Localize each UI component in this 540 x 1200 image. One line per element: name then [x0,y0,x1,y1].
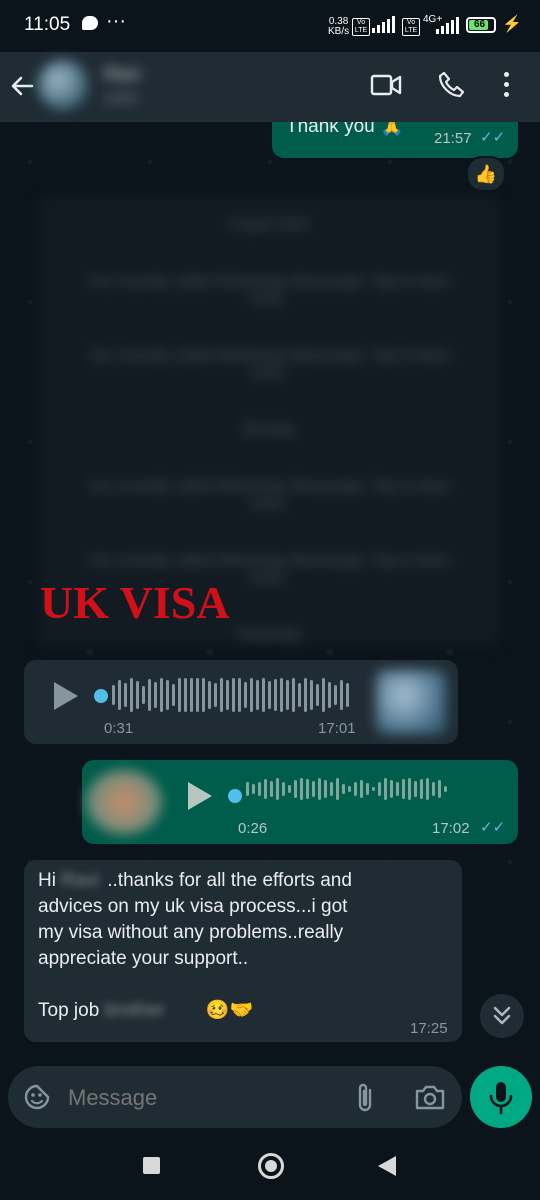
net-speed: 0.38 KB/s [328,16,350,37]
voice-duration: 0:31 [104,720,134,737]
scroll-down-button[interactable] [480,994,524,1038]
blurred-line: Monday [242,421,296,438]
redacted-name: Ravi [61,870,100,891]
thumbs-up-icon: 👍 [474,164,498,184]
waveform[interactable] [246,778,496,814]
overlay-label: UK VISA [40,577,230,628]
battery-icon: 66 [466,17,496,33]
blurred-date-header: 3 April 2023 [229,216,309,233]
signal2-icon [436,17,460,40]
chat-area[interactable]: Thank you 🙏 21:57 ✓✓ 👍 3 April 2023 You … [0,122,540,1056]
chat-notification-icon [82,16,98,30]
voice-duration: 0:26 [238,820,268,837]
camera-icon[interactable] [414,1082,446,1117]
emoji: 🥴🤝 [205,1000,254,1021]
home-button[interactable] [258,1153,284,1179]
message-body: Hi Ravi ..thanks for all the efforts and … [38,868,458,1024]
volte1-badge: Vo LTE [352,18,370,36]
blurred-line: You recently called WhatsApp Messenger. … [87,273,451,307]
more-vert-icon[interactable] [504,72,510,97]
back-arrow-icon[interactable] [8,72,36,105]
mic-icon [489,1082,513,1115]
play-icon[interactable] [52,680,80,717]
recents-button[interactable] [143,1157,160,1174]
sticker-icon[interactable] [22,1082,52,1117]
redacted-name: brother [104,1000,165,1021]
avatar[interactable] [38,60,88,110]
playback-dot[interactable] [228,789,242,803]
message-line: appreciate your support.. [38,948,249,969]
charging-icon: ⚡ [502,16,522,33]
greeting: Hi [38,870,56,891]
message-input[interactable] [66,1078,340,1118]
text-message-incoming[interactable]: Hi Ravi ..thanks for all the efforts and … [24,860,462,1042]
system-nav-bar [0,1138,540,1200]
message-line: my visa without any problems..really [38,922,344,943]
volte2-badge: Vo LTE [402,18,420,36]
blurred-line: You recently called WhatsApp Messenger. … [87,347,451,381]
message-composer [8,1066,462,1128]
message-line: advices on my uk visa process...i got [38,896,348,917]
read-ticks-icon: ✓✓ [480,819,506,836]
message-time: 17:01 [318,720,356,737]
reaction-badge[interactable]: 👍 [466,156,506,192]
voice-message-outgoing[interactable]: 0:26 17:02 ✓✓ [82,760,518,844]
message-line: Top job [38,1000,100,1021]
double-chevron-down-icon [493,1006,511,1025]
more-notifications-icon: ··· [106,10,126,32]
battery-level: 66 [474,19,486,30]
message-time: 17:02 [432,820,470,837]
message-thank-you[interactable]: Thank you 🙏 21:57 ✓✓ [272,122,518,158]
contact-status: online [104,90,139,105]
my-avatar [86,770,162,834]
blurred-line: You recently called WhatsApp Messenger. … [87,478,451,512]
contact-name[interactable]: Ravi [104,64,140,85]
status-time: 11:05 [24,14,71,35]
signal1-icon [372,16,396,39]
message-time: 17:25 [410,1020,448,1037]
phone-icon[interactable] [436,70,466,105]
play-icon[interactable] [186,780,214,817]
read-ticks-icon: ✓✓ [480,129,506,146]
playback-dot[interactable] [94,689,108,703]
message-time: 21:57 [434,130,472,147]
chat-header: Ravi online [0,52,540,122]
message-text: Thank you 🙏 [286,122,404,137]
voice-message-incoming[interactable]: 0:31 17:01 [24,660,458,744]
status-bar: 11:05 ··· 0.38 KB/s Vo LTE Vo LTE 4G+ 66… [0,0,540,52]
video-call-icon[interactable] [370,72,402,103]
back-button[interactable] [376,1154,398,1183]
sender-avatar [376,670,446,734]
attach-icon[interactable] [352,1082,378,1119]
message-line: ..thanks for all the efforts and [107,870,352,891]
waveform[interactable] [112,678,362,714]
mic-button[interactable] [470,1066,532,1128]
